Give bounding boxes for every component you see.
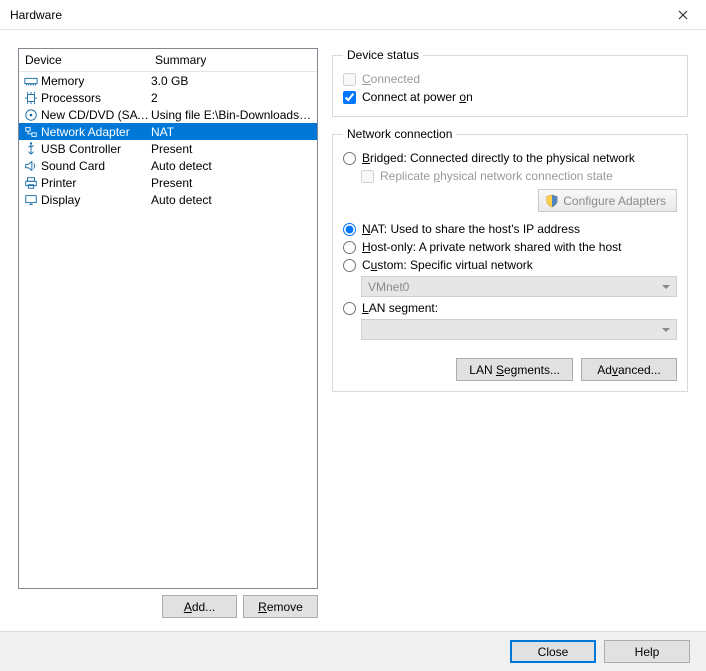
shield-icon	[545, 194, 559, 208]
close-button[interactable]: Close	[510, 640, 596, 663]
device-row[interactable]: Memory3.0 GB	[19, 72, 317, 89]
device-row[interactable]: New CD/DVD (SATA)Using file E:\Bin-Downl…	[19, 106, 317, 123]
hostonly-label[interactable]: Host-only: A private network shared with…	[362, 240, 621, 254]
hostonly-row[interactable]: Host-only: A private network shared with…	[343, 238, 677, 256]
connected-label: Connected	[362, 72, 420, 86]
nat-label[interactable]: NAT: Used to share the host's IP address	[362, 222, 580, 236]
disc-icon	[23, 107, 39, 123]
add-device-button[interactable]: Add...	[162, 595, 237, 618]
header-summary[interactable]: Summary	[155, 53, 311, 67]
network-icon	[23, 124, 39, 140]
device-summary: Using file E:\Bin-Downloads\li...	[151, 108, 313, 122]
lanseg-row[interactable]: LAN segment:	[343, 299, 677, 317]
hostonly-radio[interactable]	[343, 241, 356, 254]
window-close-button[interactable]	[660, 0, 706, 30]
advanced-button[interactable]: Advanced...	[581, 358, 677, 381]
device-row[interactable]: Processors2	[19, 89, 317, 106]
close-icon	[678, 10, 688, 20]
custom-network-dropdown: VMnet0	[361, 276, 677, 297]
connected-checkbox	[343, 73, 356, 86]
bridged-radio[interactable]	[343, 152, 356, 165]
device-name: Sound Card	[41, 159, 151, 173]
device-row[interactable]: Sound CardAuto detect	[19, 157, 317, 174]
network-connection-group: Network connection Bridged: Connected di…	[332, 127, 688, 392]
device-row[interactable]: PrinterPresent	[19, 174, 317, 191]
device-row[interactable]: USB ControllerPresent	[19, 140, 317, 157]
device-summary: Present	[151, 176, 313, 190]
device-summary: NAT	[151, 125, 313, 139]
device-name: USB Controller	[41, 142, 151, 156]
device-table-header: Device Summary	[19, 49, 317, 72]
window-title: Hardware	[10, 8, 660, 22]
configure-adapters-button: Configure Adapters	[538, 189, 677, 212]
configure-adapters-label: Configure Adapters	[563, 194, 666, 208]
device-status-legend: Device status	[343, 48, 423, 62]
memory-icon	[23, 73, 39, 89]
help-button[interactable]: Help	[604, 640, 690, 663]
replicate-row: Replicate physical network connection st…	[361, 167, 677, 185]
device-row[interactable]: DisplayAuto detect	[19, 191, 317, 208]
lanseg-radio[interactable]	[343, 302, 356, 315]
lan-segments-button[interactable]: LAN Segments...	[456, 358, 573, 381]
replicate-checkbox	[361, 170, 374, 183]
replicate-label: Replicate physical network connection st…	[380, 169, 613, 183]
dialog-footer: Close Help	[0, 631, 706, 671]
device-summary: Auto detect	[151, 193, 313, 207]
nat-radio[interactable]	[343, 223, 356, 236]
device-summary: 2	[151, 91, 313, 105]
lanseg-label[interactable]: LAN segment:	[362, 301, 438, 315]
connect-poweron-label[interactable]: Connect at power on	[362, 90, 473, 104]
device-name: New CD/DVD (SATA)	[41, 108, 151, 122]
lanseg-dropdown	[361, 319, 677, 340]
device-status-group: Device status Connected Connect at power…	[332, 48, 688, 117]
connect-poweron-row[interactable]: Connect at power on	[343, 88, 677, 106]
device-name: Memory	[41, 74, 151, 88]
hardware-device-list[interactable]: Device Summary Memory3.0 GBProcessors2Ne…	[18, 48, 318, 589]
device-summary: Present	[151, 142, 313, 156]
sound-icon	[23, 158, 39, 174]
device-name: Printer	[41, 176, 151, 190]
device-summary: 3.0 GB	[151, 74, 313, 88]
connected-row: Connected	[343, 70, 677, 88]
custom-label[interactable]: Custom: Specific virtual network	[362, 258, 533, 272]
nat-row[interactable]: NAT: Used to share the host's IP address	[343, 220, 677, 238]
header-device[interactable]: Device	[25, 53, 155, 67]
device-name: Display	[41, 193, 151, 207]
cpu-icon	[23, 90, 39, 106]
device-summary: Auto detect	[151, 159, 313, 173]
display-icon	[23, 192, 39, 208]
custom-row[interactable]: Custom: Specific virtual network	[343, 256, 677, 274]
printer-icon	[23, 175, 39, 191]
remove-device-button[interactable]: Remove	[243, 595, 318, 618]
device-row[interactable]: Network AdapterNAT	[19, 123, 317, 140]
custom-network-value: VMnet0	[368, 280, 409, 294]
bridged-label[interactable]: Bridged: Connected directly to the physi…	[362, 151, 635, 165]
usb-icon	[23, 141, 39, 157]
network-connection-legend: Network connection	[343, 127, 456, 141]
device-name: Processors	[41, 91, 151, 105]
bridged-row[interactable]: Bridged: Connected directly to the physi…	[343, 149, 677, 167]
device-name: Network Adapter	[41, 125, 151, 139]
connect-poweron-checkbox[interactable]	[343, 91, 356, 104]
custom-radio[interactable]	[343, 259, 356, 272]
